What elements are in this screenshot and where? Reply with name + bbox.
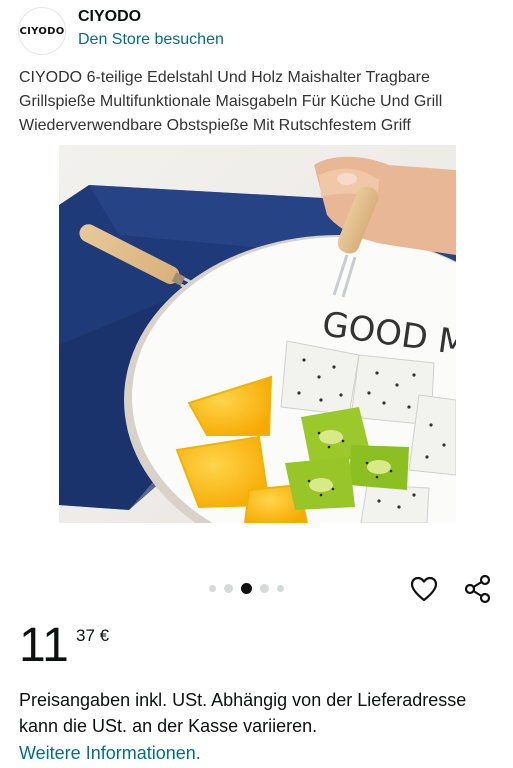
share-icon [464,574,491,604]
wishlist-button[interactable] [406,571,442,607]
carousel-dot-active[interactable] [241,582,252,594]
carousel-dot[interactable] [260,583,269,593]
more-info-link[interactable]: Weitere Informationen. [19,741,201,765]
store-name[interactable]: CIYODO [78,8,141,26]
store-logo[interactable]: CIYODO [18,7,66,55]
share-button[interactable] [460,571,496,607]
product-image[interactable]: GOOD MO [59,145,513,565]
carousel-dot[interactable] [209,584,216,592]
product-page: CIYODO CIYODO Den Store besuchen CIYODO … [0,0,513,768]
price-fraction: 37 € [76,626,110,645]
carousel-dot[interactable] [224,583,233,593]
heart-icon [410,576,438,602]
store-logo-text: CIYODO [19,25,65,37]
price-whole: 11 [19,619,69,672]
carousel-dot[interactable] [277,584,284,592]
product-title: CIYODO 6-teilige Edelstahl Und Holz Mais… [19,69,443,134]
image-carousel-dots [209,582,284,594]
tax-note: Preisangaben inkl. USt. Abhängig von der… [19,690,467,736]
visit-store-link[interactable]: Den Store besuchen [78,31,224,49]
